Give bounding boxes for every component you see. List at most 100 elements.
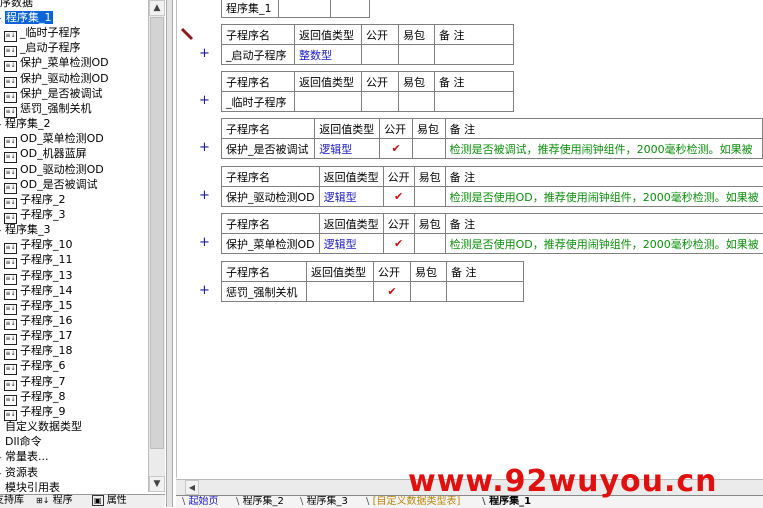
tree-node[interactable]: ≡↓ 子程序_15 [4,298,73,315]
tree-node[interactable]: ▸资源表 [0,465,38,480]
tab-properties[interactable]: ▣ 属性 [92,495,127,508]
public-checkbox[interactable] [361,44,399,65]
public-checkbox[interactable] [361,91,399,112]
tree-node[interactable]: ≡↓ OD_驱动检测OD [4,162,104,179]
scroll-down-button[interactable]: ▼ [149,476,165,492]
easy-package-cell[interactable] [413,233,446,254]
tree-node[interactable]: Dll命令 [0,434,42,449]
header-name: 子程序名 [220,118,316,139]
note-cell[interactable]: 检测是否使用OD，推荐使用闹钟组件，2000毫秒检测。如果被 [444,233,763,254]
public-checkbox[interactable]: ✔ [382,233,415,254]
assembly-name-cell[interactable]: 程序集_1 [221,0,279,18]
doc-tab[interactable]: \ 起始页 [182,496,219,508]
public-checkbox[interactable]: ✔ [379,138,414,159]
add-local-variable-icon[interactable]: + [199,94,210,107]
tree-node[interactable]: ≡↓ 子程序_17 [4,328,73,346]
tree-node-label: _启动子程序 [20,41,81,55]
easy-package-cell[interactable] [413,186,446,207]
return-type[interactable] [306,281,374,302]
tree-node-label: _临时子程序 [20,26,81,40]
tab-label: 程序 [52,495,73,506]
tree-node[interactable]: ≡↓ 子程序_16 [4,313,73,330]
note-cell[interactable] [434,44,514,65]
subroutine-name[interactable]: 保护_是否被调试 [220,138,316,159]
subroutine-table: 子程序名 返回值类型 公开 易包备 注 _临时子程序 [221,71,514,112]
tree-node-label: 子程序_10 [20,238,73,252]
subroutine-name[interactable]: 惩罚_强制关机 [221,281,307,302]
tree-node[interactable]: ≡↓ 子程序_6 [4,358,66,376]
note-cell[interactable] [434,91,514,112]
editor-gutter [176,0,177,478]
tree-node[interactable]: ≡↓ 子程序_11 [4,252,73,270]
return-type[interactable]: 逻辑型 [318,233,384,254]
tree-node[interactable]: ≡↓ OD_是否被调试 [4,177,98,194]
tree-node[interactable]: ≡↓ 子程序_9 [4,404,66,421]
subroutine-name[interactable]: _启动子程序 [221,44,295,65]
add-local-variable-icon[interactable]: + [199,47,210,60]
tree-node[interactable]: ▸程序集_2 [0,116,51,131]
header-note: 备 注 [446,261,524,282]
tree-node[interactable]: ▸程序集_3 [0,222,51,237]
public-checkbox[interactable]: ✔ [373,281,411,302]
easy-package-cell[interactable] [398,44,435,65]
scroll-left-button[interactable]: ◀ [185,480,199,495]
panel-splitter[interactable] [166,0,173,507]
scroll-thumb[interactable] [150,17,164,449]
tree-node[interactable]: ≡↓ 子程序_14 [4,283,73,300]
tree-node[interactable]: ≡↓ OD_机器蓝屏 [4,146,87,164]
add-local-variable-icon[interactable]: + [199,141,210,154]
subroutine-name[interactable]: 保护_驱动检测OD [221,186,320,207]
add-local-variable-icon[interactable]: + [199,189,210,202]
return-type[interactable]: 逻辑型 [318,186,384,207]
breakpoint-pen-icon [180,27,194,41]
tree-node[interactable]: ≡↓ 惩罚_强制关机 [4,101,92,118]
header-easy: 易包 [412,118,446,139]
subroutine-name[interactable]: _临时子程序 [221,91,295,112]
tree-node[interactable]: ≡↓ 保护_是否被调试 [4,86,103,103]
tab-label: 支持库 [0,495,24,506]
tree-node[interactable]: 模块引用表 [0,480,60,492]
easy-package-cell[interactable] [410,281,447,302]
tree-node[interactable]: ≡↓ 子程序_10 [4,237,73,255]
note-cell[interactable] [446,281,524,302]
tree-scrollbar[interactable]: ▲ ▼ [148,0,165,492]
easy-package-cell[interactable] [412,138,446,159]
tree-node[interactable]: ≡↓ 子程序_3 [4,207,66,224]
doc-tab[interactable]: \ 程序集_2 [236,496,284,508]
public-checkbox[interactable]: ✔ [382,186,415,207]
header-note: 备 注 [444,118,763,139]
tree-header: 序数据 [0,0,33,10]
add-local-variable-icon[interactable]: + [199,236,210,249]
header-name: 子程序名 [221,24,295,45]
properties-icon: ▣ [92,495,104,506]
return-type[interactable]: 逻辑型 [314,138,381,159]
tree-node[interactable]: ▸程序集_1 [0,10,53,25]
header-easy: 易包 [398,24,435,45]
return-type[interactable] [294,91,362,112]
tree-node[interactable]: 自定义数据类型 [0,419,82,434]
tree-node[interactable]: ≡↓ 子程序_7 [4,374,66,391]
add-local-variable-icon[interactable]: + [199,284,210,297]
note-cell[interactable]: 检测是否使用OD，推荐使用闹钟组件，2000毫秒检测。如果被 [444,186,763,207]
project-tree[interactable]: 序数据 ▸程序集_1≡↓_临时子程序≡↓_启动子程序≡↓保护_菜单检测OD≡↓保… [0,0,148,492]
tree-node[interactable]: ≡↓ _启动子程序 [4,40,81,58]
tree-node[interactable]: ≡↓ 子程序_8 [4,389,66,406]
tree-node[interactable]: ≡↓ 保护_驱动检测OD [4,71,109,88]
doc-tab[interactable]: \ 程序集_3 [300,496,348,508]
tree-header-label: 序数据 [0,0,33,9]
note-cell[interactable]: 检测是否被调试，推荐使用闹钟组件，2000毫秒检测。如果被 [444,138,763,159]
tree-node[interactable]: ▸常量表... [0,449,49,464]
tree-node[interactable]: ≡↓ _临时子程序 [4,25,81,43]
return-type[interactable]: 整数型 [294,44,362,65]
tab-program[interactable]: ⊞↓ 程序 [36,495,73,508]
tree-node[interactable]: ≡↓ 子程序_18 [4,343,73,361]
subroutine-name[interactable]: 保护_菜单检测OD [221,233,320,254]
scroll-up-button[interactable]: ▲ [149,0,165,16]
easy-package-cell[interactable] [398,91,435,112]
tab-support-library[interactable]: 支持库 [0,495,24,508]
tree-node[interactable]: ≡↓ OD_菜单检测OD [4,131,104,149]
left-panel-tabs: 支持库 ⊞↓ 程序 ▣ 属性 [0,494,165,508]
tree-node[interactable]: ≡↓ 子程序_13 [4,268,73,285]
tree-node[interactable]: ≡↓ 保护_菜单检测OD [4,55,109,73]
tree-node[interactable]: ≡↓ 子程序_2 [4,192,66,209]
